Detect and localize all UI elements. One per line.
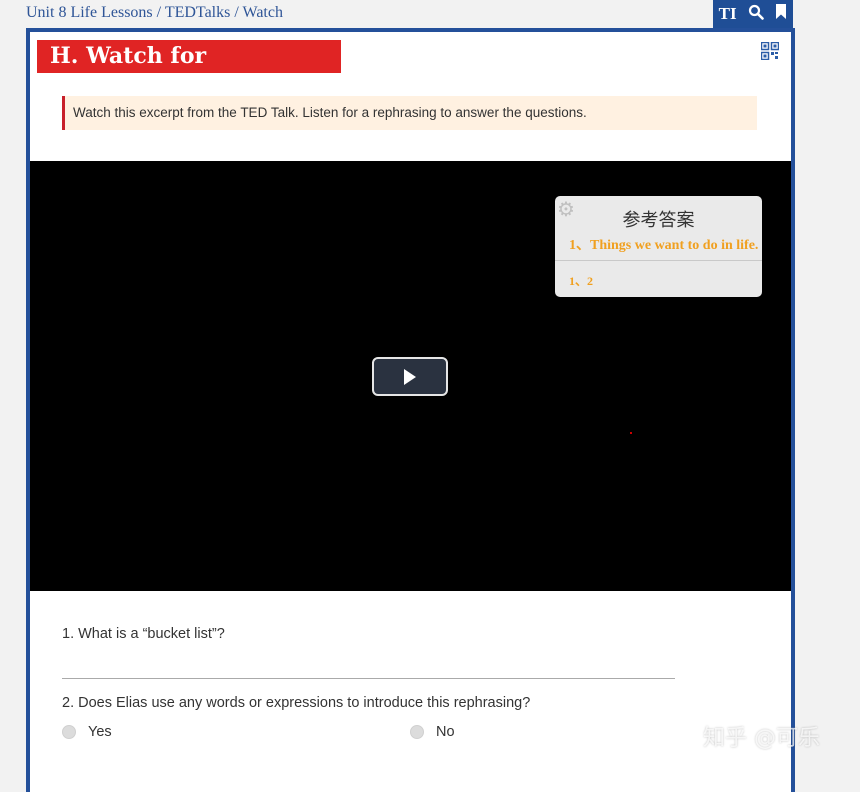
toolbar: TI bbox=[713, 0, 793, 28]
watermark: 知乎 @可乐 bbox=[703, 726, 820, 751]
question-1: 1. What is a “bucket list”? bbox=[62, 626, 225, 642]
answer-2: 1、2 bbox=[569, 274, 594, 288]
option-no[interactable]: No bbox=[410, 724, 455, 740]
section-title: H. Watch for Rephrasing bbox=[37, 40, 341, 102]
video-marker bbox=[630, 432, 632, 434]
breadcrumb-tedtalks[interactable]: TEDTalks bbox=[165, 4, 231, 21]
answer-panel: ⚙ 参考答案 1、Things we want to do in life. 1… bbox=[555, 196, 762, 297]
breadcrumb: Unit 8 Life Lessons / TEDTalks / Watch bbox=[26, 4, 283, 22]
bookmark-icon[interactable] bbox=[775, 4, 787, 24]
video-player[interactable]: ⚙ 参考答案 1、Things we want to do in life. 1… bbox=[30, 161, 791, 591]
play-icon bbox=[404, 368, 416, 385]
qr-code-icon[interactable] bbox=[760, 41, 780, 65]
breadcrumb-unit[interactable]: Unit 8 Life Lessons bbox=[26, 4, 153, 21]
radio-no[interactable] bbox=[410, 725, 424, 739]
breadcrumb-watch[interactable]: Watch bbox=[243, 4, 283, 21]
text-size-icon[interactable]: TI bbox=[719, 4, 737, 24]
option-no-label: No bbox=[436, 724, 455, 740]
answer-panel-title: 参考答案 bbox=[622, 210, 695, 231]
breadcrumb-separator: / bbox=[152, 4, 165, 21]
play-button[interactable] bbox=[372, 357, 448, 396]
answer-1: 1、Things we want to do in life. bbox=[569, 238, 759, 253]
answer-input-line[interactable] bbox=[62, 678, 675, 679]
question-2: 2. Does Elias use any words or expressio… bbox=[62, 695, 531, 711]
content-frame: H. Watch for Rephrasing Watch this excer… bbox=[26, 28, 795, 792]
option-yes[interactable]: Yes bbox=[62, 724, 112, 740]
instruction-text: Watch this excerpt from the TED Talk. Li… bbox=[62, 96, 757, 130]
answer-divider bbox=[555, 260, 762, 261]
option-yes-label: Yes bbox=[88, 724, 112, 740]
search-icon[interactable] bbox=[748, 4, 764, 25]
radio-yes[interactable] bbox=[62, 725, 76, 739]
breadcrumb-separator: / bbox=[230, 4, 243, 21]
